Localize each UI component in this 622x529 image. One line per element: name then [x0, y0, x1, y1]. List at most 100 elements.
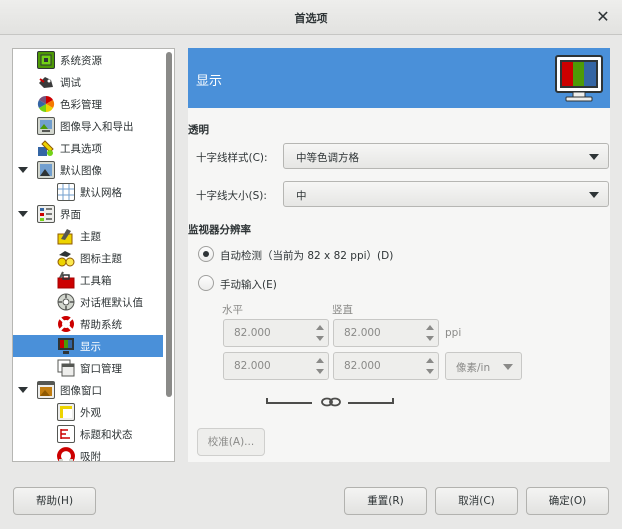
tree-item-theme[interactable]: 主题 — [13, 225, 163, 247]
manual-input-label: 手动输入(E) — [220, 279, 277, 291]
expander-icon[interactable] — [18, 385, 28, 395]
chevron-down-icon — [589, 154, 599, 160]
title-status-icon — [57, 425, 75, 443]
check-size-label: 十字线大小(S): — [196, 190, 267, 202]
decrement-icon[interactable] — [316, 336, 324, 341]
horizontal-size-spinner[interactable]: 82.000 — [223, 352, 329, 380]
image-import-export-icon — [37, 117, 55, 135]
tree-item-label: 工具选项 — [60, 142, 102, 155]
tree-item-label: 系统资源 — [60, 54, 102, 67]
panel-content: 透明 十字线样式(C): 中等色调方格 十字线大小(S): 中 监视器分辨率 自… — [188, 108, 610, 462]
decrement-icon[interactable] — [316, 369, 324, 374]
tree-item-label: 默认图像 — [60, 164, 102, 177]
check-style-value: 中等色调方格 — [296, 152, 359, 164]
reset-button[interactable]: 重置(R) — [344, 487, 427, 515]
tree-item-label: 显示 — [80, 340, 101, 353]
check-size-combo[interactable]: 中 — [283, 181, 609, 207]
tree-item-default-grid[interactable]: 默认网格 — [13, 181, 163, 203]
tree-item-toolbox[interactable]: 工具箱 — [13, 269, 163, 291]
decrement-icon[interactable] — [426, 369, 434, 374]
toolbox-icon — [57, 271, 75, 289]
tree-item-label: 帮助系统 — [80, 318, 122, 331]
tree-item-appearance[interactable]: 外观 — [13, 401, 163, 423]
display-icon — [554, 54, 604, 102]
chain-link-icon[interactable] — [320, 395, 342, 409]
ok-button[interactable]: 确定(O) — [526, 487, 609, 515]
increment-icon[interactable] — [316, 358, 324, 363]
vertical-size-spinner[interactable]: 82.000 — [333, 352, 439, 380]
color-management-icon — [37, 95, 55, 113]
tree-item-snapping[interactable]: 吸附 — [13, 445, 163, 462]
tree-item-debug[interactable]: 调试 — [13, 71, 163, 93]
chevron-down-icon — [503, 364, 513, 370]
tree-item-label: 对话框默认值 — [80, 296, 143, 309]
tree-item-icon-theme[interactable]: 图标主题 — [13, 247, 163, 269]
tree-item-label: 工具箱 — [80, 274, 112, 287]
increment-icon[interactable] — [316, 325, 324, 330]
category-tree: 系统资源 调试 色彩管理 图像导入和导出 工具选项 默认图像 默认网格 界面 主… — [12, 48, 175, 462]
tree-item-label: 色彩管理 — [60, 98, 102, 111]
increment-icon[interactable] — [426, 325, 434, 330]
tree-item-dialog-defaults[interactable]: 对话框默认值 — [13, 291, 163, 313]
tree-scrollbar[interactable] — [166, 52, 172, 397]
decrement-icon[interactable] — [426, 336, 434, 341]
tree-item-window-management[interactable]: 窗口管理 — [13, 357, 163, 379]
auto-detect-label: 自动检测（当前为 82 x 82 ppi）(D) — [220, 250, 394, 262]
panel-title: 显示 — [196, 74, 223, 89]
display-icon — [57, 337, 75, 355]
chain-line-right — [348, 402, 394, 404]
debug-icon — [37, 73, 55, 91]
tree-item-title-status[interactable]: 标题和状态 — [13, 423, 163, 445]
check-style-combo[interactable]: 中等色调方格 — [283, 143, 609, 169]
check-size-value: 中 — [296, 190, 307, 202]
horizontal-resolution-spinner[interactable]: 82.000 — [223, 319, 329, 347]
panel-header: 显示 — [188, 48, 610, 108]
tree-item-image-windows[interactable]: 图像窗口 — [13, 379, 163, 401]
settings-panel: 显示 透明 十字线样式(C): 中等色调方格 十字线大小(S): 中 监视器分辨… — [188, 48, 610, 462]
vertical-label: 竖直 — [332, 304, 353, 316]
preferences-window: 首选项 ✕ 系统资源 调试 色彩管理 图像导入和导出 工具选项 默认图像 默认网… — [0, 0, 622, 529]
ppi-unit-label: ppi — [445, 327, 462, 339]
chain-line-left — [266, 402, 312, 404]
expander-icon[interactable] — [18, 209, 28, 219]
tree-item-display[interactable]: 显示 — [13, 335, 163, 357]
icon-theme-icon — [57, 249, 75, 267]
expander-icon[interactable] — [18, 165, 28, 175]
tree-item-system-resources[interactable]: 系统资源 — [13, 49, 163, 71]
resolution-section-title: 监视器分辨率 — [188, 224, 251, 236]
tree-item-label: 标题和状态 — [80, 428, 133, 441]
tree-item-tool-options[interactable]: 工具选项 — [13, 137, 163, 159]
system-resources-icon — [37, 51, 55, 69]
titlebar: 首选项 ✕ — [0, 0, 622, 35]
manual-input-radio[interactable] — [198, 275, 214, 291]
help-system-icon — [57, 315, 75, 333]
tree-item-color-management[interactable]: 色彩管理 — [13, 93, 163, 115]
tree-item-label: 图像窗口 — [60, 384, 102, 397]
vertical-resolution-spinner[interactable]: 82.000 — [333, 319, 439, 347]
tree-item-label: 图标主题 — [80, 252, 122, 265]
unit-select[interactable]: 像素/in — [445, 352, 522, 380]
window-title: 首选项 — [294, 12, 328, 25]
calibrate-button[interactable]: 校准(A)... — [197, 428, 265, 456]
tree-item-label: 图像导入和导出 — [60, 120, 134, 133]
tree-item-help-system[interactable]: 帮助系统 — [13, 313, 163, 335]
tree-item-image-import-export[interactable]: 图像导入和导出 — [13, 115, 163, 137]
close-icon[interactable]: ✕ — [594, 8, 612, 26]
help-button[interactable]: 帮助(H) — [13, 487, 96, 515]
chevron-down-icon — [589, 192, 599, 198]
auto-detect-radio[interactable] — [198, 246, 214, 262]
increment-icon[interactable] — [426, 358, 434, 363]
spin-value: 82.000 — [344, 327, 381, 339]
tree-item-label: 吸附 — [80, 450, 101, 462]
chain-bracket-right — [392, 398, 394, 404]
theme-icon — [57, 227, 75, 245]
default-image-icon — [37, 161, 55, 179]
tree-item-interface[interactable]: 界面 — [13, 203, 163, 225]
image-windows-icon — [37, 381, 55, 399]
spin-value: 82.000 — [234, 327, 271, 339]
default-grid-icon — [57, 183, 75, 201]
dialog-defaults-icon — [57, 293, 75, 311]
tree-item-label: 主题 — [80, 230, 101, 243]
cancel-button[interactable]: 取消(C) — [435, 487, 518, 515]
tree-item-default-image[interactable]: 默认图像 — [13, 159, 163, 181]
